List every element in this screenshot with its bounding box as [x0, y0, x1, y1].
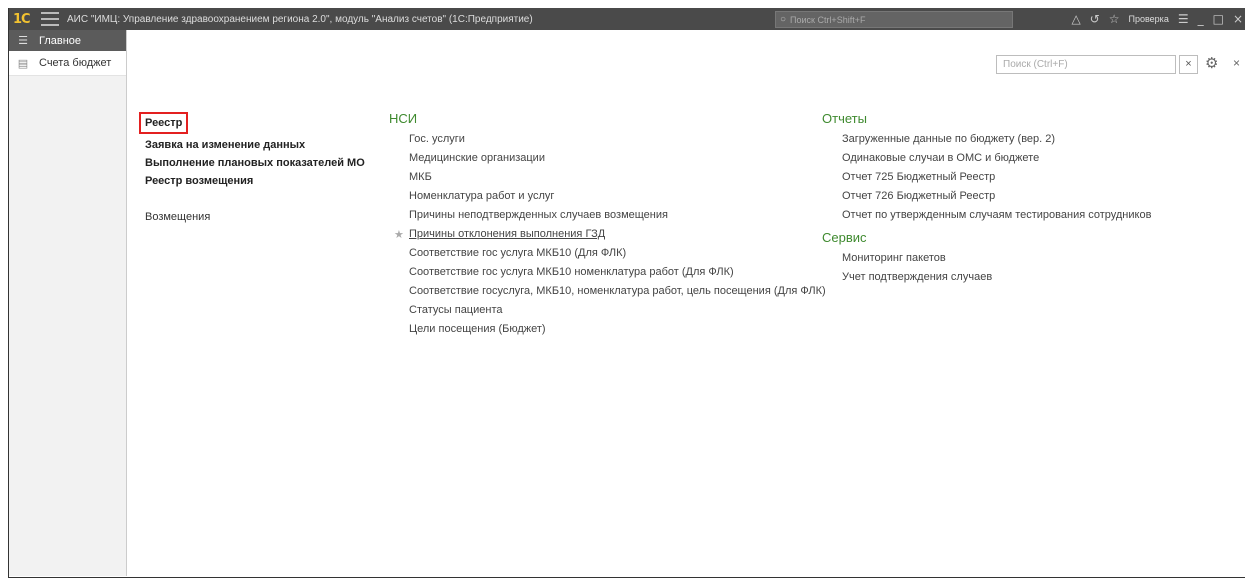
nsi-link[interactable]: Соответствие гос услуга МКБ10 номенклату… — [389, 263, 826, 282]
close-window-icon[interactable]: × — [1233, 12, 1243, 26]
nsi-link-label: Причины отклонения выполнения ГЗД — [409, 228, 606, 240]
sidebar-item-main[interactable]: ☰ Главное — [9, 30, 126, 51]
document-icon: ▤ — [17, 56, 29, 70]
service-link[interactable]: Учет подтверждения случаев — [822, 268, 1151, 287]
nsi-link[interactable]: МКБ — [389, 168, 826, 187]
sidebar-item-label: Главное — [39, 34, 82, 47]
nsi-link[interactable]: Гос. услуги — [389, 130, 826, 149]
section-title-nsi: НСИ — [389, 111, 418, 126]
nsi-link[interactable]: Статусы пациента — [389, 301, 826, 320]
reports-column: Отчеты Загруженные данные по бюджету (ве… — [822, 111, 1151, 287]
section-title-service: Сервис — [822, 230, 867, 245]
search-input[interactable]: Поиск (Ctrl+F) — [996, 55, 1176, 74]
search-icon: ○ — [779, 14, 787, 25]
window-title: АИС "ИМЦ: Управление здравоохранением ре… — [67, 13, 533, 25]
nsi-link[interactable]: Соответствие гос услуга МКБ10 (Для ФЛК) — [389, 244, 826, 263]
global-search-input[interactable]: ○ Поиск Ctrl+Shift+F — [775, 11, 1013, 28]
star-icon[interactable]: ☆ — [1109, 12, 1120, 26]
close-section-button[interactable]: × — [1233, 56, 1240, 70]
nsi-link[interactable]: Медицинские организации — [389, 149, 826, 168]
app-logo: 1C — [13, 11, 31, 27]
title-bar: 1C АИС "ИМЦ: Управление здравоохранением… — [9, 8, 1245, 30]
nsi-link-favorite[interactable]: ★ Причины отклонения выполнения ГЗД — [389, 225, 826, 244]
history-icon[interactable]: ↺ — [1090, 12, 1100, 26]
report-link[interactable]: Одинаковые случаи в ОМС и бюджете — [822, 149, 1151, 168]
main-menu-icon[interactable] — [41, 12, 59, 26]
minimize-icon[interactable]: _ — [1198, 12, 1204, 26]
maximize-icon[interactable]: □ — [1213, 12, 1224, 26]
highlight-box: Реестр — [139, 112, 189, 134]
user-label[interactable]: Проверка — [1129, 14, 1169, 24]
report-link[interactable]: Отчет по утвержденным случаям тестирован… — [822, 206, 1151, 225]
bell-icon[interactable]: △ — [1071, 12, 1080, 26]
clear-search-button[interactable]: × — [1179, 55, 1198, 74]
title-bar-controls: △ ↺ ☆ Проверка ☰ _ □ × — [1071, 8, 1243, 30]
nsi-link[interactable]: Соответствие госуслуга, МКБ10, номенклат… — [389, 282, 826, 301]
report-link[interactable]: Загруженные данные по бюджету (вер. 2) — [822, 130, 1151, 149]
nsi-link[interactable]: Цели посещения (Бюджет) — [389, 320, 826, 339]
nsi-link[interactable]: Причины неподтвержденных случаев возмеще… — [389, 206, 826, 225]
document-top-strip — [0, 0, 1245, 8]
report-link[interactable]: Отчет 726 Бюджетный Реестр — [822, 187, 1151, 206]
app-window: 1C АИС "ИМЦ: Управление здравоохранением… — [8, 8, 1245, 578]
settings-menu-icon[interactable]: ☰ — [1178, 12, 1189, 26]
nsi-column: НСИ Гос. услуги Медицинские организации … — [389, 111, 826, 339]
link-registry[interactable]: Реестр — [145, 116, 182, 130]
global-search-placeholder: Поиск Ctrl+Shift+F — [790, 14, 866, 25]
main-commands-column: Реестр Заявка на изменение данных Выполн… — [139, 112, 365, 226]
sidebar-item-label: Счета бюджет — [39, 57, 112, 69]
sidebar: ☰ Главное ▤ Счета бюджет — [9, 30, 127, 576]
link-reimbursements[interactable]: Возмещения — [145, 208, 365, 226]
link-change-request[interactable]: Заявка на изменение данных — [145, 136, 365, 154]
gear-icon[interactable]: ⚙ — [1205, 54, 1218, 72]
menu-icon: ☰ — [18, 34, 28, 47]
link-reimbursement-registry[interactable]: Реестр возмещения — [145, 172, 365, 190]
nsi-link[interactable]: Номенклатура работ и услуг — [389, 187, 826, 206]
favorite-star-icon[interactable]: ★ — [394, 225, 404, 244]
report-link[interactable]: Отчет 725 Бюджетный Реестр — [822, 168, 1151, 187]
sidebar-item-budget-accounts[interactable]: ▤ Счета бюджет — [9, 51, 126, 76]
link-plan-indicators[interactable]: Выполнение плановых показателей МО — [145, 154, 365, 172]
service-link[interactable]: Мониторинг пакетов — [822, 249, 1151, 268]
section-title-reports: Отчеты — [822, 111, 867, 126]
